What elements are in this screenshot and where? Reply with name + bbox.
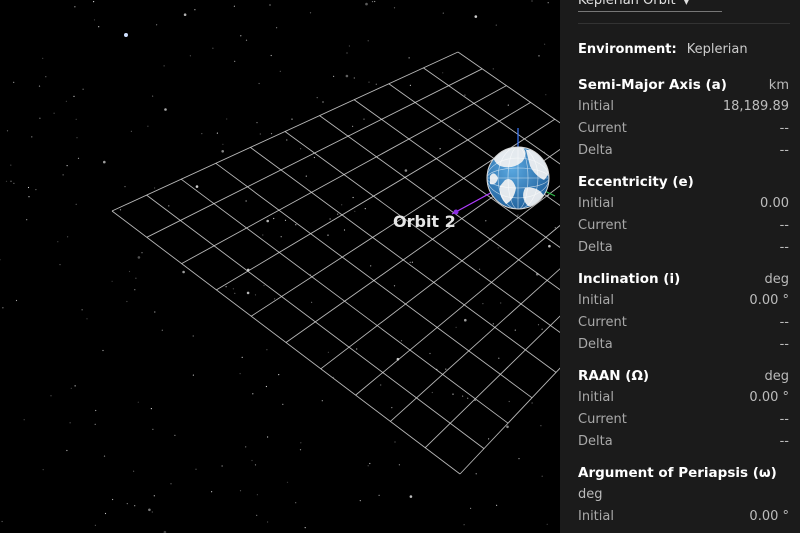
param-unit: deg <box>764 369 789 384</box>
row-label-initial: Initial <box>578 196 614 211</box>
param-raan: RAAN (Ω) deg Initial 0.00 ° Current -- Del… <box>578 365 789 453</box>
param-eccentricity: Eccentricity (e) Initial 0.00 Current -- D… <box>578 171 789 259</box>
environment-label: Environment: <box>578 42 677 57</box>
row-label-current: Current <box>578 121 627 136</box>
earth-globe-icon[interactable] <box>486 143 550 210</box>
orbital-plane-grid <box>111 51 560 475</box>
param-title: Semi-Major Axis (a) <box>578 77 727 93</box>
row-label-delta: Delta <box>578 434 613 449</box>
orbit-name-label[interactable]: Orbit 2 <box>393 212 456 231</box>
initial-value: 0.00 ° <box>749 509 789 524</box>
initial-value: 0.00 ° <box>749 293 789 308</box>
row-label-initial: Initial <box>578 509 614 524</box>
environment-value: Keplerian <box>686 42 748 57</box>
row-label-current: Current <box>578 218 627 233</box>
row-label-initial: Initial <box>578 293 614 308</box>
row-label-delta: Delta <box>578 337 613 352</box>
current-value: -- <box>779 121 789 136</box>
orbit-type-dropdown[interactable]: Keplerian Orbit ▾ <box>578 0 722 12</box>
row-label-current: Current <box>578 412 627 427</box>
row-label-initial: Initial <box>578 99 614 114</box>
initial-value: 0.00 ° <box>749 390 789 405</box>
param-unit: km <box>768 78 789 93</box>
initial-value: 0.00 <box>760 196 789 211</box>
param-unit: deg <box>764 272 789 287</box>
orbital-parameters-list: Semi-Major Axis (a) km Initial 18,189.89 … <box>578 74 789 533</box>
orbit-info-panel: Keplerian Orbit ▾ Environment: Keplerian… <box>560 0 800 533</box>
param-title: Eccentricity (e) <box>578 174 694 190</box>
panel-divider <box>578 23 790 24</box>
row-label-current: Current <box>578 315 627 330</box>
param-inclination: Inclination (i) deg Initial 0.00 ° Curren… <box>578 268 789 356</box>
current-value: -- <box>779 412 789 427</box>
param-title: Argument of Periapsis (ω) <box>578 465 777 481</box>
row-label-initial: Initial <box>578 390 614 405</box>
row-label-delta: Delta <box>578 143 613 158</box>
orbit-scene-viewport[interactable] <box>0 0 560 533</box>
delta-value: -- <box>779 240 789 255</box>
starfield <box>0 0 556 533</box>
param-unit: deg <box>578 487 603 502</box>
delta-value: -- <box>779 337 789 352</box>
param-title: Inclination (i) <box>578 271 681 287</box>
delta-value: -- <box>779 143 789 158</box>
chevron-down-icon: ▾ <box>683 0 690 8</box>
orbit-type-value: Keplerian Orbit <box>578 0 676 8</box>
current-value: -- <box>779 315 789 330</box>
row-label-delta: Delta <box>578 240 613 255</box>
initial-value: 18,189.89 <box>722 99 789 114</box>
param-semi-major-axis: Semi-Major Axis (a) km Initial 18,189.89 … <box>578 74 789 162</box>
param-argument-of-periapsis: Argument of Periapsis (ω) deg Initial 0.0… <box>578 462 789 528</box>
environment-row: Environment: Keplerian <box>578 42 790 57</box>
current-value: -- <box>779 218 789 233</box>
param-title: RAAN (Ω) <box>578 368 650 384</box>
delta-value: -- <box>779 434 789 449</box>
